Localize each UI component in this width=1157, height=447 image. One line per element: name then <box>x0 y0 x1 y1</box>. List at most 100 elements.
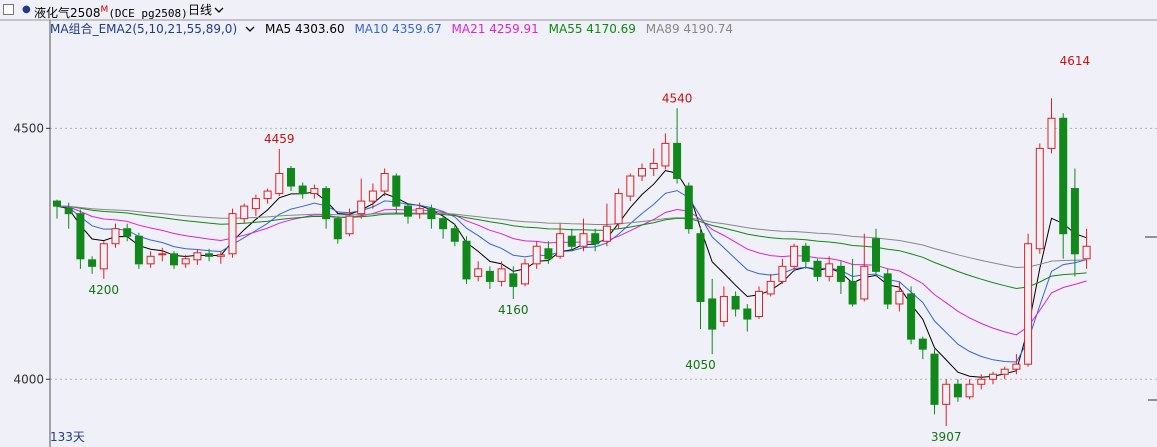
candle-body <box>181 258 190 265</box>
candle-78 <box>965 379 974 400</box>
candle-body <box>895 290 904 305</box>
candle-body <box>790 245 799 267</box>
candle-63 <box>790 243 799 272</box>
annotation-high-4459: 4459 <box>264 132 295 146</box>
candle-body <box>836 265 845 282</box>
candle-body <box>193 252 202 261</box>
candle-body <box>450 228 459 242</box>
candle-body <box>509 273 518 287</box>
candle-body <box>907 293 916 340</box>
candle-23 <box>322 186 331 229</box>
candle-75 <box>930 349 939 415</box>
candle-body <box>1059 117 1068 235</box>
candle-50 <box>638 163 646 182</box>
candle-0 <box>53 199 61 219</box>
candle-body <box>1082 245 1091 260</box>
candle-body <box>439 218 448 230</box>
candle-body <box>918 338 927 350</box>
candle-body <box>872 238 880 272</box>
candle-21 <box>298 182 307 199</box>
candle-body <box>755 290 763 318</box>
candle-51 <box>649 148 658 177</box>
candle-36 <box>474 261 483 282</box>
candle-29 <box>392 173 401 214</box>
candle-17 <box>251 194 260 217</box>
candle-53 <box>673 108 682 184</box>
candle-body <box>1070 188 1079 255</box>
candle-74 <box>918 336 927 360</box>
ma-legend: MA组合_EMA2(5,10,21,55,89,0) MA5 4303.60 M… <box>50 20 739 38</box>
annotation-low-3907: 3907 <box>931 430 962 444</box>
candle-body <box>298 185 307 195</box>
candle-body <box>977 378 986 385</box>
candle-body <box>696 233 705 302</box>
candle-body <box>357 200 366 215</box>
candle-9 <box>158 247 167 262</box>
candle-60 <box>755 286 763 320</box>
candle-body <box>76 213 85 260</box>
candle-body <box>368 190 377 202</box>
candle-body <box>743 308 752 320</box>
candle-body <box>322 188 331 220</box>
candle-8 <box>146 251 155 268</box>
candle-10 <box>170 251 178 269</box>
candle-body <box>1035 147 1044 250</box>
candle-body <box>883 273 892 305</box>
candle-body <box>427 208 436 220</box>
candle-57 <box>719 286 728 327</box>
candle-32 <box>427 204 436 229</box>
candle-body <box>170 253 178 266</box>
candle-52 <box>661 133 670 170</box>
candle-19 <box>275 148 284 197</box>
candle-body <box>708 298 717 330</box>
candle-28 <box>380 168 389 197</box>
candle-body <box>813 260 822 277</box>
candle-body <box>111 228 120 245</box>
candle-body <box>99 243 108 270</box>
candle-body <box>474 268 483 277</box>
candle-body <box>404 205 412 217</box>
candle-body <box>649 162 658 169</box>
ma10-line <box>56 190 1087 363</box>
candle-body <box>1024 243 1033 365</box>
candle-body <box>345 215 354 235</box>
candle-body <box>965 383 974 398</box>
candle-70 <box>872 228 880 277</box>
candle-body <box>333 218 342 240</box>
candle-40 <box>521 258 529 287</box>
ma-group-label: MA组合_EMA2(5,10,21,55,89,0) <box>50 22 238 36</box>
candle-72 <box>895 281 904 312</box>
candle-54 <box>684 182 693 234</box>
candle-22 <box>310 184 319 199</box>
chart-window: ● 液化气2508M(DCE pg2508) 日线 4000 4500 4200 4… <box>0 0 1157 447</box>
candle-3 <box>88 256 97 274</box>
candle-body <box>626 175 635 197</box>
candle-66 <box>825 256 834 282</box>
candle-body <box>53 200 61 207</box>
candle-body <box>930 353 939 405</box>
ma21-line <box>56 205 1087 336</box>
ma-group-selector[interactable]: MA组合_EMA2(5,10,21,55,89,0) <box>50 22 255 36</box>
candle-body <box>602 225 611 242</box>
candle-83 <box>1024 233 1033 367</box>
candle-body <box>251 198 260 210</box>
day-count-label: 133天 <box>50 430 85 444</box>
price-chart[interactable]: 4000 4500 4200 4459 4160 4540 4050 3907 4614 <box>0 0 1157 447</box>
candle-33 <box>439 216 448 239</box>
legend-ma55: MA55 4170.69 <box>548 22 636 36</box>
legend-ma89: MA89 4190.74 <box>645 22 734 36</box>
candle-18 <box>263 188 272 204</box>
candle-4 <box>99 241 108 279</box>
candle-body <box>216 254 225 257</box>
candle-body <box>263 190 272 200</box>
ma5-line <box>56 170 1087 378</box>
candle-body <box>544 248 553 260</box>
y-tick-label-4000: 4000 <box>13 372 44 386</box>
annotation-high-4614: 4614 <box>1060 54 1091 68</box>
candle-61 <box>766 273 775 297</box>
candle-body <box>146 255 155 265</box>
candle-88 <box>1082 228 1091 269</box>
candle-49 <box>626 173 635 202</box>
annotation-low-4050: 4050 <box>685 358 716 372</box>
candle-26 <box>357 178 366 219</box>
